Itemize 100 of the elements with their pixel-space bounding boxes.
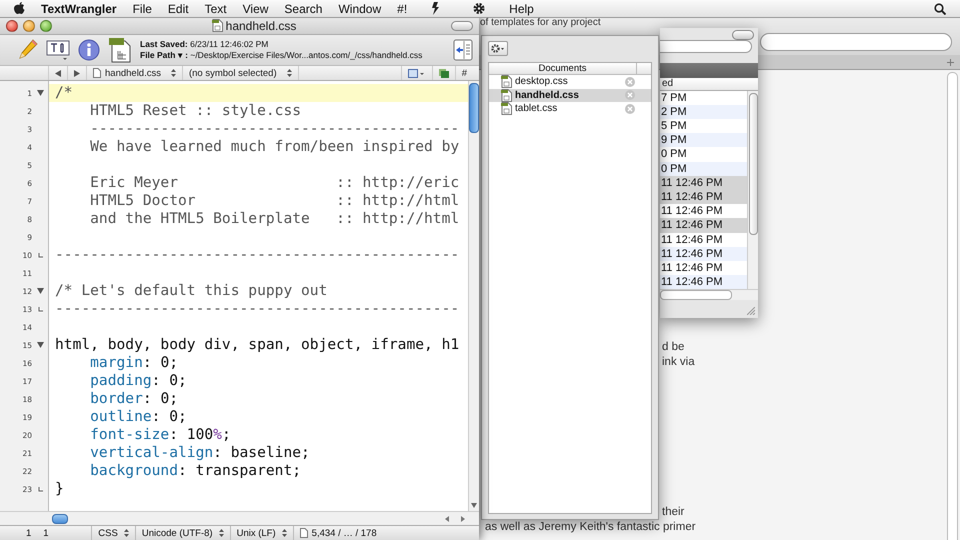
code-line: html, body, body div, span, object, iframe, h1: [54, 336, 460, 354]
line-endings-popup[interactable]: Unix (LF): [230, 526, 293, 540]
code-line: Eric Meyer :: http://eric: [89, 174, 460, 192]
sidebar-toggle-icon[interactable]: [453, 39, 473, 61]
document-icon: [300, 528, 308, 538]
code-line: and the HTML5 Boilerplate :: http://html: [89, 210, 460, 228]
menu-item[interactable]: Search: [276, 2, 330, 16]
date-cell[interactable]: 7 PM: [660, 90, 747, 105]
squares-icon: [438, 68, 449, 78]
info-icon[interactable]: [78, 39, 100, 61]
document-item[interactable]: desktop.css: [489, 75, 651, 88]
date-cell[interactable]: 11 12:46 PM: [660, 176, 747, 190]
menu-item[interactable]: File: [124, 2, 160, 16]
fold-triangle-icon[interactable]: [36, 90, 44, 96]
scrollbar-thumb[interactable]: [469, 83, 479, 133]
scrollbar[interactable]: [947, 72, 958, 540]
menu-item[interactable]: #!: [389, 2, 416, 16]
scrollbar-thumb[interactable]: [52, 514, 68, 524]
menu-item[interactable]: View: [234, 2, 276, 16]
page-text: d be: [662, 340, 684, 355]
code-line: ----------------------------------------------: [54, 300, 460, 318]
code-line: outline: 0;: [89, 408, 188, 426]
menu-item[interactable]: Edit: [160, 2, 197, 16]
code-line: margin: 0;: [89, 354, 180, 372]
page-text: ink via: [662, 355, 695, 370]
last-saved-text: Last Saved: 6/23/11 12:46:02 PM: [140, 39, 270, 50]
date-cell[interactable]: 11 12:46 PM: [660, 218, 747, 233]
line-indicator: 1: [25, 528, 32, 538]
app-menu[interactable]: TextWrangler: [33, 2, 125, 16]
language-popup[interactable]: CSS: [91, 526, 135, 540]
current-line-highlight: /*: [49, 84, 468, 102]
date-cell[interactable]: 11 12:46 PM: [660, 204, 747, 218]
search-icon[interactable]: [934, 2, 946, 14]
updown-icon: [282, 529, 287, 537]
date-cell[interactable]: 11 12:46 PM: [660, 232, 747, 247]
hash-menu-button[interactable]: #: [454, 66, 479, 80]
menu-item[interactable]: Text: [196, 2, 235, 16]
code-line: }: [54, 480, 65, 498]
close-button[interactable]: [6, 20, 18, 32]
text-options-icon[interactable]: [46, 39, 70, 61]
date-cell[interactable]: 5 PM: [660, 119, 747, 134]
resize-grip-icon[interactable]: [747, 307, 755, 315]
pencil-icon[interactable]: [18, 39, 38, 61]
right-arrow-icon: [74, 70, 80, 76]
code-line: /* Let's default this puppy out: [54, 282, 328, 300]
apple-icon[interactable]: [14, 2, 25, 15]
code-line: ----------------------------------------------: [54, 246, 460, 264]
column-indicator: 1: [42, 528, 50, 538]
search-field[interactable]: [760, 33, 952, 51]
symbol-popup[interactable]: (no symbol selected): [182, 66, 298, 80]
code-line: font-size: 100%;: [89, 426, 232, 444]
page-text: of templates for any project: [480, 17, 601, 28]
left-arrow-icon: [55, 70, 61, 76]
updown-icon: [124, 529, 129, 537]
toolbar-toggle-button[interactable]: [732, 30, 754, 40]
code-line: background: transparent;: [89, 462, 302, 480]
updown-icon: [170, 69, 176, 77]
code-line: vertical-align: baseline;: [89, 444, 311, 462]
date-cell[interactable]: 11 12:46 PM: [660, 260, 747, 276]
date-cell[interactable]: 9 PM: [660, 133, 747, 148]
toolbar-toggle-button[interactable]: [451, 20, 473, 30]
encoding-popup[interactable]: Unicode (UTF-8): [134, 526, 230, 540]
column-header[interactable]: ed: [662, 78, 674, 90]
css-file-icon: [501, 75, 512, 88]
css-file-icon: [501, 88, 512, 102]
menu-item[interactable]: Help: [501, 2, 542, 16]
date-cell[interactable]: 0 PM: [660, 162, 747, 176]
code-line: HTML5 Doctor :: http://html: [89, 192, 460, 210]
date-cell[interactable]: 0 PM: [660, 147, 747, 162]
css-file-icon[interactable]: [108, 37, 132, 63]
scrollbar-thumb[interactable]: [660, 290, 732, 300]
document-icon: [212, 19, 223, 32]
fold-triangle-icon[interactable]: [36, 288, 44, 294]
date-cell[interactable]: 11 12:46 PM: [660, 275, 747, 290]
page-text: as well as Jeremy Keith's fantastic primer: [485, 520, 696, 535]
css-file-icon: [501, 102, 512, 116]
scrollbar-thumb[interactable]: [748, 92, 758, 235]
date-cell[interactable]: 11 12:46 PM: [660, 246, 747, 261]
fold-triangle-icon[interactable]: [36, 342, 44, 348]
minimize-button[interactable]: [23, 20, 35, 32]
scroll-down-icon[interactable]: [471, 503, 477, 508]
bookmark-icon: [408, 68, 426, 78]
date-cell[interactable]: 2 PM: [660, 104, 747, 120]
code-line: padding: 0;: [89, 372, 188, 390]
scroll-arrows-icon[interactable]: [445, 516, 465, 522]
updown-icon: [218, 529, 224, 537]
document-item[interactable]: tablet.css: [489, 102, 651, 116]
document-icon: [93, 68, 101, 78]
window-title: handheld.css: [226, 18, 296, 32]
menu-item[interactable]: Window: [330, 2, 390, 16]
zoom-button[interactable]: [40, 20, 52, 32]
file-popup[interactable]: handheld.css: [86, 66, 182, 80]
document-item[interactable]: handheld.css: [489, 88, 651, 102]
code-line: We have learned much from/been inspired by: [89, 138, 460, 156]
date-cell[interactable]: 11 12:46 PM: [660, 190, 747, 204]
add-icon[interactable]: [947, 58, 954, 66]
search-field[interactable]: [660, 40, 752, 54]
updown-icon: [286, 69, 292, 77]
file-path-text[interactable]: File Path ▾ : ~/Desktop/Exercise Files/Wor...antos.com/_/css/handheld.css: [140, 50, 445, 61]
action-menu-button[interactable]: [488, 41, 508, 56]
